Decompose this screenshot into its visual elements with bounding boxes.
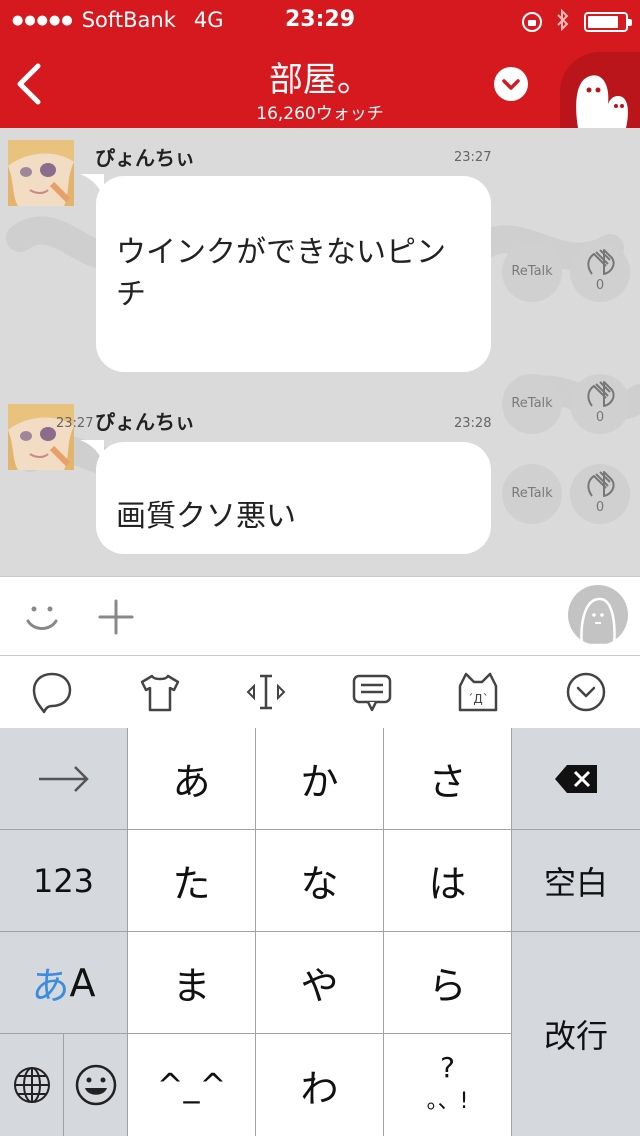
ghost-mascot-button[interactable]: [560, 52, 640, 128]
retalk-button[interactable]: ReTalk: [502, 374, 562, 434]
avatar-image: [8, 140, 74, 206]
tshirt-icon[interactable]: [138, 670, 182, 714]
key-a[interactable]: あ: [128, 728, 255, 829]
message-bubble[interactable]: ウインクができないピン チ: [96, 176, 491, 372]
stamp-toolbar: ´Д`: [0, 656, 640, 728]
key-na[interactable]: な: [256, 830, 383, 931]
return-key[interactable]: 改行: [512, 932, 640, 1136]
rotation-lock-icon: [522, 11, 542, 32]
clap-icon: [587, 249, 615, 275]
clap-icon: [587, 381, 615, 407]
globe-icon: [13, 1067, 50, 1103]
keyboard: あ か さ 123 た な は 空白 あA ま や ら 改行 ^_^ わ ? 。…: [0, 728, 640, 1136]
message-author: ぴょんちぃ: [95, 410, 195, 434]
page-title: 部屋。: [269, 60, 371, 100]
clap-button[interactable]: 0: [570, 242, 630, 302]
collapse-circle-icon[interactable]: [564, 670, 608, 714]
clap-count: 0: [595, 278, 605, 293]
status-right: [522, 8, 632, 34]
message-line: 画質クソ悪い: [116, 499, 296, 534]
watch-count: 16,260ウォッチ: [256, 104, 384, 124]
numbers-key[interactable]: 123: [0, 830, 127, 931]
chat-area[interactable]: ぴょんちぃ 23:27 ウインクができないピン チ ReTalk 0 ReTal…: [0, 128, 640, 576]
ghost-profile-icon: [580, 597, 616, 647]
message-time: 23:28: [454, 416, 492, 431]
key-ya[interactable]: や: [256, 932, 383, 1033]
punct-top-label: ?: [440, 1051, 455, 1084]
key-punctuation[interactable]: ? 。、!: [384, 1034, 511, 1136]
message-line: チ: [116, 277, 146, 312]
retalk-button[interactable]: ReTalk: [502, 464, 562, 524]
user-avatar[interactable]: [8, 404, 74, 470]
retalk-button[interactable]: ReTalk: [502, 242, 562, 302]
key-sa[interactable]: さ: [384, 728, 511, 829]
profile-button[interactable]: [568, 585, 628, 647]
user-avatar[interactable]: [8, 140, 74, 206]
input-mode-key[interactable]: あA: [0, 932, 127, 1033]
message-bubble[interactable]: 画質クソ悪い: [96, 442, 491, 554]
punct-bottom-label: 。、!: [426, 1089, 469, 1114]
plus-icon[interactable]: [96, 597, 136, 637]
room-menu-button[interactable]: [494, 67, 528, 101]
key-wa[interactable]: わ: [256, 1034, 383, 1136]
svg-text:´Д`: ´Д`: [467, 692, 488, 706]
header-bar: ●●●●● SoftBank 4G 23:29 部屋。 16,260ウォッチ: [0, 0, 640, 128]
key-ka[interactable]: か: [256, 728, 383, 829]
clap-count: 0: [595, 500, 605, 515]
clap-count: 0: [595, 410, 605, 425]
key-ma[interactable]: ま: [128, 932, 255, 1033]
delete-key[interactable]: [512, 728, 640, 829]
message-line: ウインクができないピン: [116, 235, 446, 270]
key-ra[interactable]: ら: [384, 932, 511, 1033]
chat-bubble-icon[interactable]: [30, 670, 74, 714]
clap-button[interactable]: 0: [570, 464, 630, 524]
message-time-overlay: 23:27: [56, 416, 94, 431]
emoji-key[interactable]: [64, 1034, 127, 1136]
emoji-face-icon: [75, 1064, 116, 1106]
message-author: ぴょんちぃ: [95, 146, 195, 170]
backspace-icon: [555, 764, 597, 793]
avatar-image: [8, 404, 74, 470]
battery-icon: [584, 11, 632, 32]
ghost-icon: [576, 75, 628, 128]
globe-key[interactable]: [0, 1034, 63, 1136]
clap-button[interactable]: 0: [570, 374, 630, 434]
mode-kana-label: あ: [31, 964, 70, 1008]
bluetooth-icon: [556, 8, 570, 34]
message-time: 23:27: [454, 150, 492, 165]
key-kaomoji[interactable]: ^_^: [128, 1034, 255, 1136]
text-cursor-icon[interactable]: [244, 670, 288, 714]
space-key[interactable]: 空白: [512, 830, 640, 931]
chevron-down-icon: [502, 79, 520, 90]
key-ta[interactable]: た: [128, 830, 255, 931]
smile-icon[interactable]: [22, 597, 62, 637]
mode-alpha-label: A: [69, 960, 96, 1005]
clap-icon: [587, 471, 615, 497]
next-char-key[interactable]: [0, 728, 127, 829]
message-icon[interactable]: [350, 670, 394, 714]
arrow-right-icon: [38, 765, 89, 792]
message-input-bar: [0, 576, 640, 656]
key-ha[interactable]: は: [384, 830, 511, 931]
cat-emoticon-icon[interactable]: ´Д`: [456, 670, 500, 714]
